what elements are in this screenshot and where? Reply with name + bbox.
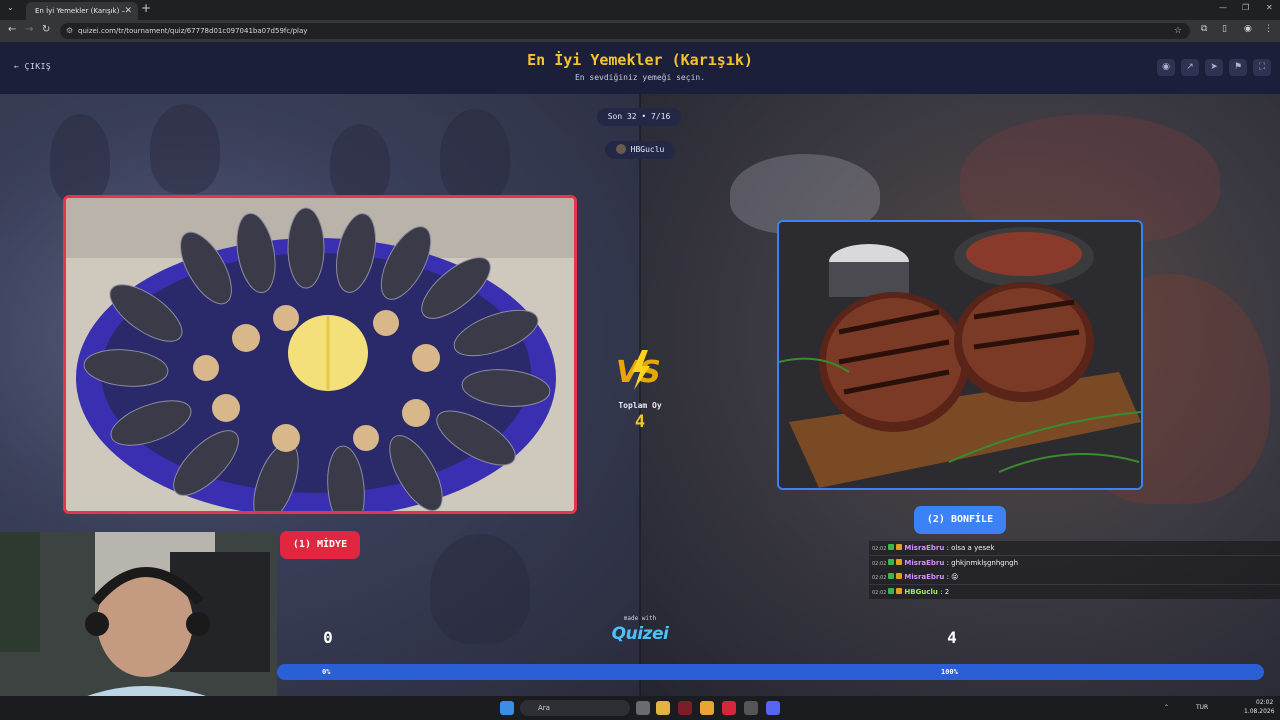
percent-right: 100% xyxy=(941,668,958,676)
option-card-left[interactable] xyxy=(63,195,577,514)
badge-icon xyxy=(888,587,895,594)
clock-time[interactable]: 02:02 xyxy=(1256,699,1273,706)
url-text: quizei.com/tr/tournament/quiz/67778d01c0… xyxy=(78,27,308,35)
chat-separator: : xyxy=(937,587,945,596)
score-right: 4 xyxy=(947,628,957,647)
chat-text: 2 xyxy=(944,587,950,596)
clock-date[interactable]: 1.08.2026 xyxy=(1244,708,1275,715)
menu-icon[interactable]: ⋮ xyxy=(1264,24,1273,34)
choice-button-right[interactable]: (2) BONFİLE xyxy=(914,506,1006,534)
chat-message: 02:02 MisraEbru : ghkjnmklşgnhgngh xyxy=(869,555,1280,570)
bookmark-star-icon[interactable]: ☆ xyxy=(1174,23,1182,39)
quiz-header: ← ÇIKIŞ En İyi Yemekler (Karışık) En sev… xyxy=(0,42,1280,94)
sidebar-icon[interactable]: ▯ xyxy=(1222,24,1227,34)
browser-toolbar: ← → ↻ ⚙ quizei.com/tr/tournament/quiz/67… xyxy=(0,20,1280,42)
forward-icon[interactable]: → xyxy=(25,24,33,35)
chat-message: 02:02 HBGuclu : 2 xyxy=(869,584,1280,599)
chat-time: 02:02 xyxy=(872,546,887,552)
avatar xyxy=(615,144,626,154)
choice-button-left[interactable]: (1) MİDYE xyxy=(280,531,360,559)
badge-icon xyxy=(888,573,895,579)
chat-username: MisraEbru xyxy=(904,573,945,581)
total-votes-value: 4 xyxy=(634,412,646,432)
badge-icon xyxy=(888,544,895,550)
sub-badge-icon xyxy=(896,544,903,550)
quizei-logo[interactable]: Quizei xyxy=(600,624,680,644)
app-2-icon[interactable] xyxy=(744,701,758,715)
app-icon[interactable] xyxy=(678,701,692,715)
percent-left: 0% xyxy=(322,668,331,676)
share-icon[interactable]: ↗ xyxy=(1181,59,1199,76)
eye-icon[interactable]: ◉ xyxy=(1157,59,1175,76)
back-icon[interactable]: ← xyxy=(8,24,16,35)
sub-badge-icon xyxy=(896,558,903,565)
start-icon[interactable] xyxy=(500,701,514,715)
send-icon[interactable]: ➤ xyxy=(1205,59,1223,76)
page-title: En İyi Yemekler (Karışık) xyxy=(527,51,753,69)
chat-text: 😝 xyxy=(951,573,959,581)
language-indicator[interactable]: TUR xyxy=(1196,704,1208,711)
chat-username: MisraEbru xyxy=(904,544,945,552)
flag-icon[interactable]: ⚑ xyxy=(1229,59,1247,76)
vote-progress-bar: 0% 100% xyxy=(277,664,1264,680)
mussels-image xyxy=(66,198,574,511)
maximize-icon[interactable]: ❐ xyxy=(1242,3,1249,12)
site-info-icon[interactable]: ⚙ xyxy=(66,23,73,39)
steak-image xyxy=(779,222,1141,488)
badge-icon xyxy=(888,558,895,565)
round-badge: Son 32 • 7/16 xyxy=(597,108,681,126)
chat-text: ghkjnmklşgnhgngh xyxy=(951,558,1019,567)
address-bar[interactable]: ⚙ quizei.com/tr/tournament/quiz/67778d01… xyxy=(60,23,1190,39)
browser-tab-strip: ⌄ En İyi Yemekler (Karışık) – Tier L ✕ +… xyxy=(0,0,1280,33)
webcam-overlay xyxy=(0,532,277,720)
chat-username: MisraEbru xyxy=(904,558,945,567)
sub-badge-icon xyxy=(896,587,903,594)
made-with-label: made with xyxy=(623,615,657,622)
chat-username: HBGuclu xyxy=(904,587,938,596)
sub-badge-icon xyxy=(896,573,903,579)
discord-icon[interactable] xyxy=(766,701,780,715)
reload-icon[interactable]: ↻ xyxy=(42,24,50,35)
center-divider xyxy=(639,94,641,696)
vs-lightning-icon: VS xyxy=(616,350,661,390)
chat-message: 02:02 MisraEbru : 😝 xyxy=(869,570,1280,584)
file-explorer-icon[interactable] xyxy=(656,701,670,715)
player-badge: HBGuclu xyxy=(605,141,675,159)
player-name: HBGuclu xyxy=(630,145,665,154)
chat-text: olsa a yesek xyxy=(951,544,995,552)
opera-icon[interactable] xyxy=(722,701,736,715)
profile-icon[interactable]: ◉ xyxy=(1244,24,1252,34)
tray-chevron-icon[interactable]: ⌃ xyxy=(1164,704,1169,711)
total-votes-label: Toplam Oy xyxy=(618,401,662,410)
page-subtitle: En sevdiğiniz yemeği seçin. xyxy=(574,73,706,82)
extensions-icon[interactable]: ⧉ xyxy=(1201,24,1207,34)
taskbar-search-label: Ara xyxy=(538,704,550,712)
score-left: 0 xyxy=(323,628,333,647)
task-view-icon[interactable] xyxy=(636,701,650,715)
fullscreen-icon[interactable]: ⛶ xyxy=(1253,59,1271,76)
close-tab-icon[interactable]: ✕ xyxy=(124,2,132,20)
browser-tab[interactable]: En İyi Yemekler (Karışık) – Tier L ✕ xyxy=(26,2,138,33)
streamer-video xyxy=(0,532,277,720)
chat-overlay: 02:02 MisraEbru : olsa a yesek 02:02 MisraE… xyxy=(869,541,1280,599)
new-tab-icon[interactable]: + xyxy=(141,1,151,15)
windows-taskbar: Ara ⌃ TUR 02:02 1.08.2026 xyxy=(0,696,1280,720)
taskbar-search[interactable]: Ara xyxy=(520,700,630,716)
minimize-icon[interactable]: — xyxy=(1219,3,1227,12)
chrome-icon[interactable] xyxy=(700,701,714,715)
chat-time: 02:02 xyxy=(872,575,887,581)
chat-message: 02:02 MisraEbru : olsa a yesek xyxy=(869,541,1280,555)
chat-time: 02:02 xyxy=(872,589,887,596)
option-card-right[interactable] xyxy=(777,220,1143,490)
chat-time: 02:02 xyxy=(872,560,887,567)
tab-search-icon[interactable]: ⌄ xyxy=(7,3,14,12)
window-close-icon[interactable]: ✕ xyxy=(1266,3,1273,12)
